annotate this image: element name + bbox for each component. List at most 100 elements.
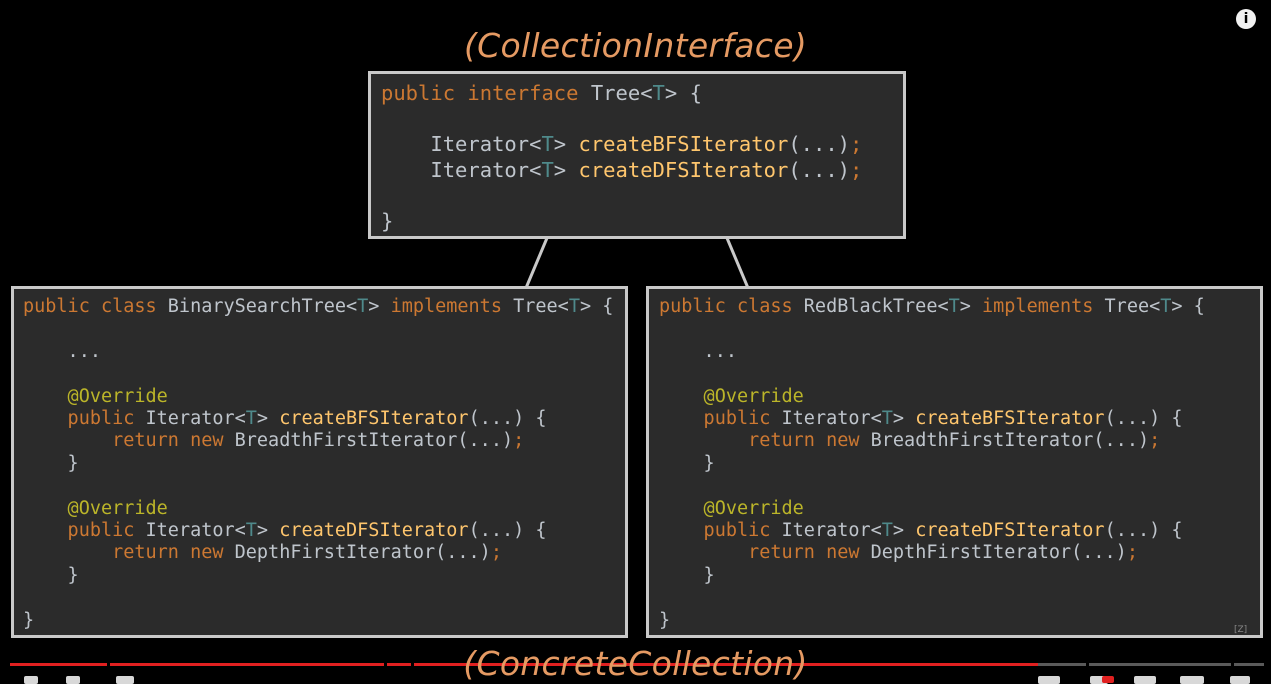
code-line: public Iterator<T> createBFSIterator(...… — [23, 408, 547, 432]
code-token: > — [892, 408, 916, 429]
code-token: ; — [513, 430, 525, 452]
code-token: @Override — [659, 385, 804, 407]
code-line: public Iterator<T> createBFSIterator(...… — [659, 408, 1183, 432]
watermark-logo: [Z] — [1234, 625, 1248, 635]
code-line: return new BreadthFirstIterator(...); — [23, 430, 524, 454]
code-token: DepthFirstIterator(...) — [870, 542, 1127, 564]
code-token: > — [553, 132, 579, 156]
code-token: ; — [1126, 542, 1138, 564]
hd-badge — [1102, 676, 1114, 683]
code-line: @Override — [23, 386, 168, 410]
code-token: BinarySearchTree< — [167, 296, 358, 317]
code-line: } — [659, 565, 715, 589]
code-token: (...) { — [468, 520, 547, 541]
code-token: Iterator< — [781, 520, 882, 541]
code-token: Iterator< — [381, 132, 542, 156]
code-token: T — [1160, 296, 1172, 317]
code-line: } — [659, 610, 670, 634]
next-button[interactable] — [66, 676, 80, 684]
code-token: class — [100, 296, 168, 317]
connector-left — [524, 237, 549, 289]
code-token: T — [541, 132, 554, 156]
code-token: new — [190, 542, 235, 564]
code-line: ... — [23, 341, 101, 365]
code-token: Tree< — [1104, 296, 1161, 317]
code-token: new — [826, 430, 871, 452]
code-token: public — [23, 408, 146, 429]
code-token: > — [256, 408, 280, 429]
code-token: > — [892, 520, 916, 541]
code-line: @Override — [659, 386, 804, 410]
code-line: } — [23, 565, 79, 589]
code-token: T — [541, 157, 554, 182]
volume-icon[interactable] — [116, 676, 134, 684]
code-line: Iterator<T> createDFSIterator(...); — [381, 158, 862, 182]
code-token: return — [23, 542, 191, 564]
code-line: ... — [659, 341, 737, 365]
code-line: } — [659, 453, 715, 477]
code-token: T — [652, 81, 665, 105]
code-line: Iterator<T> createBFSIterator(...); — [381, 132, 862, 156]
binary-search-tree-code-box: public class BinarySearchTree<T> impleme… — [11, 286, 628, 638]
code-token: public — [659, 408, 782, 429]
code-token: T — [245, 408, 257, 429]
code-line: return new BreadthFirstIterator(...); — [659, 430, 1160, 454]
code-token: return — [659, 430, 827, 452]
play-button[interactable] — [24, 676, 38, 684]
miniplayer-icon[interactable] — [1134, 676, 1156, 684]
code-token: public — [659, 520, 782, 541]
code-line: return new DepthFirstIterator(...); — [23, 542, 502, 566]
code-token: (...) — [788, 157, 851, 182]
code-token: public — [23, 520, 146, 541]
fullscreen-icon[interactable] — [1230, 676, 1250, 684]
code-token: BreadthFirstIterator(...) — [234, 430, 514, 452]
code-token: (...) { — [1104, 520, 1183, 541]
code-token: T — [245, 520, 257, 541]
code-token: > { — [1171, 296, 1205, 317]
code-line: } — [381, 209, 393, 233]
code-token: T — [881, 408, 893, 429]
code-token: ... — [659, 340, 737, 362]
code-token: RedBlackTree< — [803, 296, 949, 317]
code-token: implements — [982, 296, 1105, 317]
code-token: < — [640, 81, 653, 105]
code-token: public — [381, 81, 468, 105]
code-token: ; — [490, 542, 502, 564]
code-line: public Iterator<T> createDFSIterator(...… — [23, 520, 547, 544]
code-token: } — [659, 452, 715, 474]
interface-code-box: public interface Tree<T> { Iterator<T> c… — [368, 71, 906, 239]
code-token: class — [736, 296, 804, 317]
code-token: return — [23, 430, 191, 452]
code-token: return — [659, 542, 827, 564]
code-token: Iterator< — [781, 408, 882, 429]
code-line: public class BinarySearchTree<T> impleme… — [23, 296, 613, 320]
code-token: ... — [23, 340, 101, 362]
code-token: > — [959, 296, 983, 317]
connector-right — [725, 237, 750, 289]
code-line: } — [23, 453, 79, 477]
code-token: T — [568, 296, 580, 317]
code-line: public class RedBlackTree<T> implements … — [659, 296, 1205, 320]
code-line: return new DepthFirstIterator(...); — [659, 542, 1138, 566]
theater-mode-icon[interactable] — [1180, 676, 1204, 684]
concrete-collection-heading: (ConcreteCollection) — [463, 644, 808, 683]
code-token: @Override — [23, 385, 168, 407]
code-token: T — [948, 296, 960, 317]
code-token: DepthFirstIterator(...) — [234, 542, 491, 564]
code-token: } — [659, 564, 715, 586]
subtitles-icon[interactable] — [1038, 676, 1060, 684]
info-icon[interactable]: i — [1236, 9, 1256, 29]
code-token: interface — [467, 81, 591, 105]
code-token: createDFSIterator — [279, 520, 469, 541]
code-token: T — [881, 520, 893, 541]
code-token: @Override — [659, 497, 804, 519]
code-token: } — [659, 609, 671, 631]
code-token: T — [357, 296, 369, 317]
code-token: Tree — [590, 81, 641, 105]
code-token: ; — [850, 157, 863, 182]
code-token: implements — [390, 296, 514, 317]
code-token: > — [256, 520, 280, 541]
code-token: > — [368, 296, 391, 317]
code-token: Tree< — [513, 296, 569, 317]
code-line: public Iterator<T> createDFSIterator(...… — [659, 520, 1183, 544]
